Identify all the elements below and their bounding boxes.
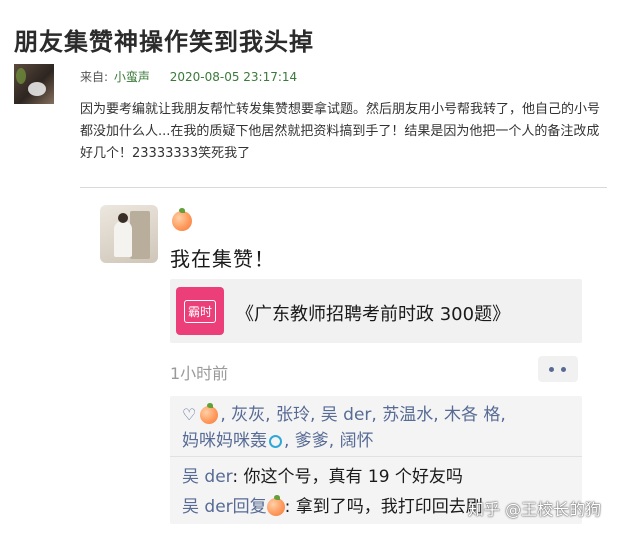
post-meta: 来自: 小蛮声 2020-08-05 23:17:14 bbox=[80, 68, 297, 85]
likes-names-line2a[interactable]: 妈咪妈咪轰 bbox=[182, 431, 267, 451]
comment-text: : 拿到了吗，我打印回去刷 bbox=[284, 497, 483, 517]
likes-names-line2b[interactable]: , 爹爹, 阔怀 bbox=[284, 431, 374, 451]
likes-divider bbox=[170, 456, 582, 457]
peach-icon bbox=[172, 208, 192, 231]
comment-author[interactable]: 吴 der回复 bbox=[182, 497, 267, 517]
heart-outline-icon: ♡ bbox=[182, 405, 197, 424]
divider bbox=[80, 187, 607, 188]
comment-author[interactable]: 吴 der bbox=[182, 467, 232, 487]
shared-link-card[interactable]: 霸时 《广东教师招聘考前时政 300题》 bbox=[170, 279, 582, 343]
moment-text: 我在集赞！ bbox=[170, 247, 275, 271]
avatar-door-icon bbox=[130, 211, 150, 259]
likes-names-line1[interactable]: , 灰灰, 张玲, 吴 der, 苏温水, 木各 格, bbox=[220, 405, 506, 425]
peach-icon bbox=[200, 403, 219, 424]
comment-text: : 你这个号，真有 19 个好友吗 bbox=[232, 467, 463, 487]
post-title: 朋友集赞神操作笑到我头掉 bbox=[14, 28, 314, 56]
post-body: 因为要考编就让我朋友帮忙转发集赞想要拿试题。然后朋友用小号帮我转了，他自己的小号… bbox=[80, 102, 601, 161]
comment-item[interactable]: 吴 der: 你这个号，真有 19 个好友吗 bbox=[182, 462, 463, 487]
watermark: 知乎 @王校长的狗 bbox=[468, 500, 602, 519]
link-logo-text: 霸时 bbox=[183, 299, 216, 323]
moments-screenshot: 我在集赞！ 霸时 《广东教师招聘考前时政 300题》 1小时前 ♡ , 灰灰, 张… bbox=[100, 205, 630, 536]
avatar-light-icon bbox=[28, 82, 46, 96]
comment-item[interactable]: 吴 der回复 : 拿到了吗，我打印回去刷 bbox=[182, 492, 483, 517]
avatar-person-icon bbox=[114, 221, 132, 257]
more-options-button[interactable] bbox=[538, 356, 578, 382]
dot-icon bbox=[561, 367, 566, 372]
post-timestamp: 2020-08-05 23:17:14 bbox=[169, 70, 298, 84]
avatar-head-icon bbox=[118, 213, 128, 223]
friend-avatar[interactable] bbox=[100, 205, 158, 263]
peach-icon bbox=[266, 495, 285, 516]
from-label: 来自: bbox=[80, 70, 109, 84]
post-page: 朋友集赞神操作笑到我头掉 来自: 小蛮声 2020-08-05 23:17:14… bbox=[0, 0, 640, 536]
ring-icon bbox=[269, 434, 282, 448]
link-logo: 霸时 bbox=[176, 287, 224, 335]
dot-icon bbox=[549, 367, 554, 372]
avatar-plant-icon bbox=[16, 68, 26, 84]
likes-list: ♡ , 灰灰, 张玲, 吴 der, 苏温水, 木各 格, 妈咪妈咪轰 , 爹爹, … bbox=[182, 402, 577, 454]
author-avatar[interactable] bbox=[14, 64, 54, 104]
author-name-link[interactable]: 小蛮声 bbox=[114, 70, 150, 84]
link-title: 《广东教师招聘考前时政 300题》 bbox=[236, 304, 511, 325]
moment-time: 1小时前 bbox=[170, 364, 229, 383]
